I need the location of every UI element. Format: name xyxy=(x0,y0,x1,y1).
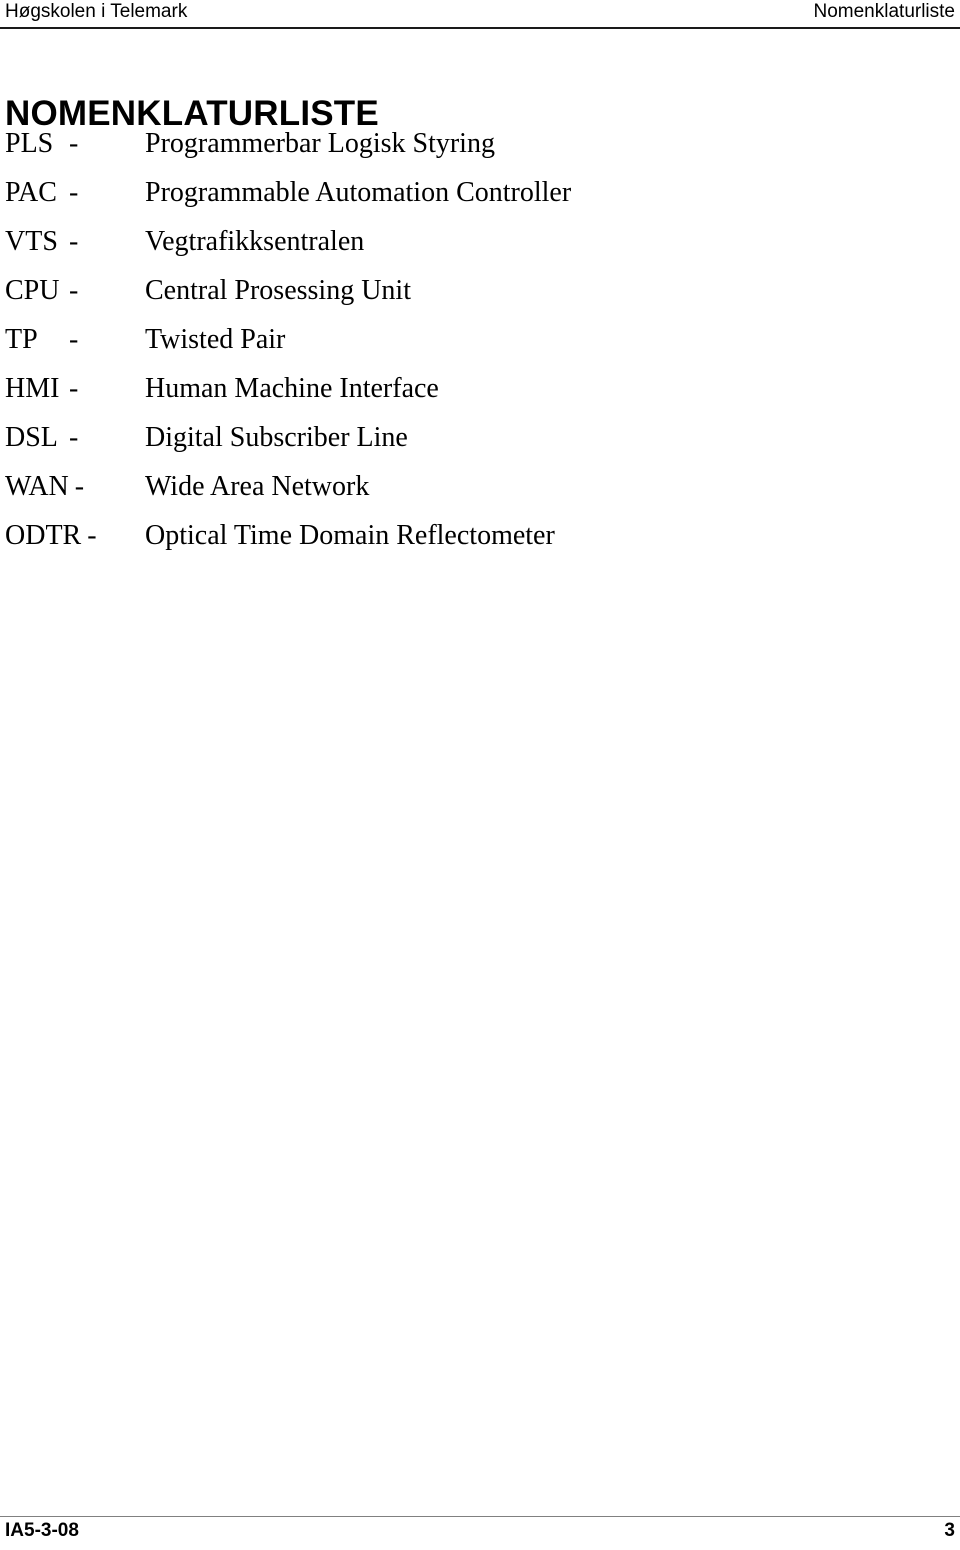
definition: Programmerbar Logisk Styring xyxy=(145,128,495,159)
separator-dash: - xyxy=(69,128,79,159)
separator-dash: - xyxy=(74,471,85,502)
separator-dash: - xyxy=(69,177,79,208)
definition: Digital Subscriber Line xyxy=(145,422,408,453)
definition: Vegtrafikksentralen xyxy=(145,226,365,257)
abbreviation: HMI xyxy=(5,373,60,404)
page-footer: IA5-3-08 3 xyxy=(0,1519,960,1550)
list-item: VTS - Vegtrafikksentralen xyxy=(5,226,905,275)
abbreviation: WAN xyxy=(5,471,69,502)
separator-dash: - xyxy=(69,226,79,257)
definition: Wide Area Network xyxy=(145,471,370,502)
list-item: DSL - Digital Subscriber Line xyxy=(5,422,905,471)
definition: Twisted Pair xyxy=(145,324,286,355)
list-item: TP - Twisted Pair xyxy=(5,324,905,373)
list-item: CPU - Central Prosessing Unit xyxy=(5,275,905,324)
list-item: HMI - Human Machine Interface xyxy=(5,373,905,422)
header-left-text: Høgskolen i Telemark xyxy=(5,1,188,22)
header-divider xyxy=(0,27,960,29)
abbreviation: ODTR xyxy=(5,520,82,551)
abbreviation: DSL xyxy=(5,422,58,453)
separator-dash: - xyxy=(87,520,97,551)
abbreviation: TP xyxy=(5,324,38,355)
list-item: PLS - Programmerbar Logisk Styring xyxy=(5,128,905,177)
separator-dash: - xyxy=(69,324,79,355)
abbreviation: VTS xyxy=(5,226,58,257)
definition: Programmable Automation Controller xyxy=(145,177,572,208)
page-number: 3 xyxy=(944,1520,955,1541)
document-code: IA5-3-08 xyxy=(5,1520,79,1541)
separator-dash: - xyxy=(69,373,79,404)
page-header: Høgskolen i Telemark Nomenklaturliste xyxy=(0,0,960,30)
separator-dash: - xyxy=(69,275,79,306)
separator-dash: - xyxy=(69,422,79,453)
document-page: Høgskolen i Telemark Nomenklaturliste NO… xyxy=(0,0,960,1550)
abbreviation: PAC xyxy=(5,177,57,208)
abbreviation: CPU xyxy=(5,275,60,306)
header-right-text: Nomenklaturliste xyxy=(813,1,956,22)
definition: Central Prosessing Unit xyxy=(145,275,411,306)
footer-divider xyxy=(0,1516,960,1517)
abbreviation: PLS xyxy=(5,128,54,159)
list-item: PAC - Programmable Automation Controller xyxy=(5,177,905,226)
definition: Optical Time Domain Reflectometer xyxy=(145,520,555,551)
list-item: WAN - Wide Area Network xyxy=(5,471,905,520)
nomenclature-list: PLS - Programmerbar Logisk Styring PAC -… xyxy=(5,128,905,569)
definition: Human Machine Interface xyxy=(145,373,439,404)
list-item: ODTR - Optical Time Domain Reflectometer xyxy=(5,520,905,569)
